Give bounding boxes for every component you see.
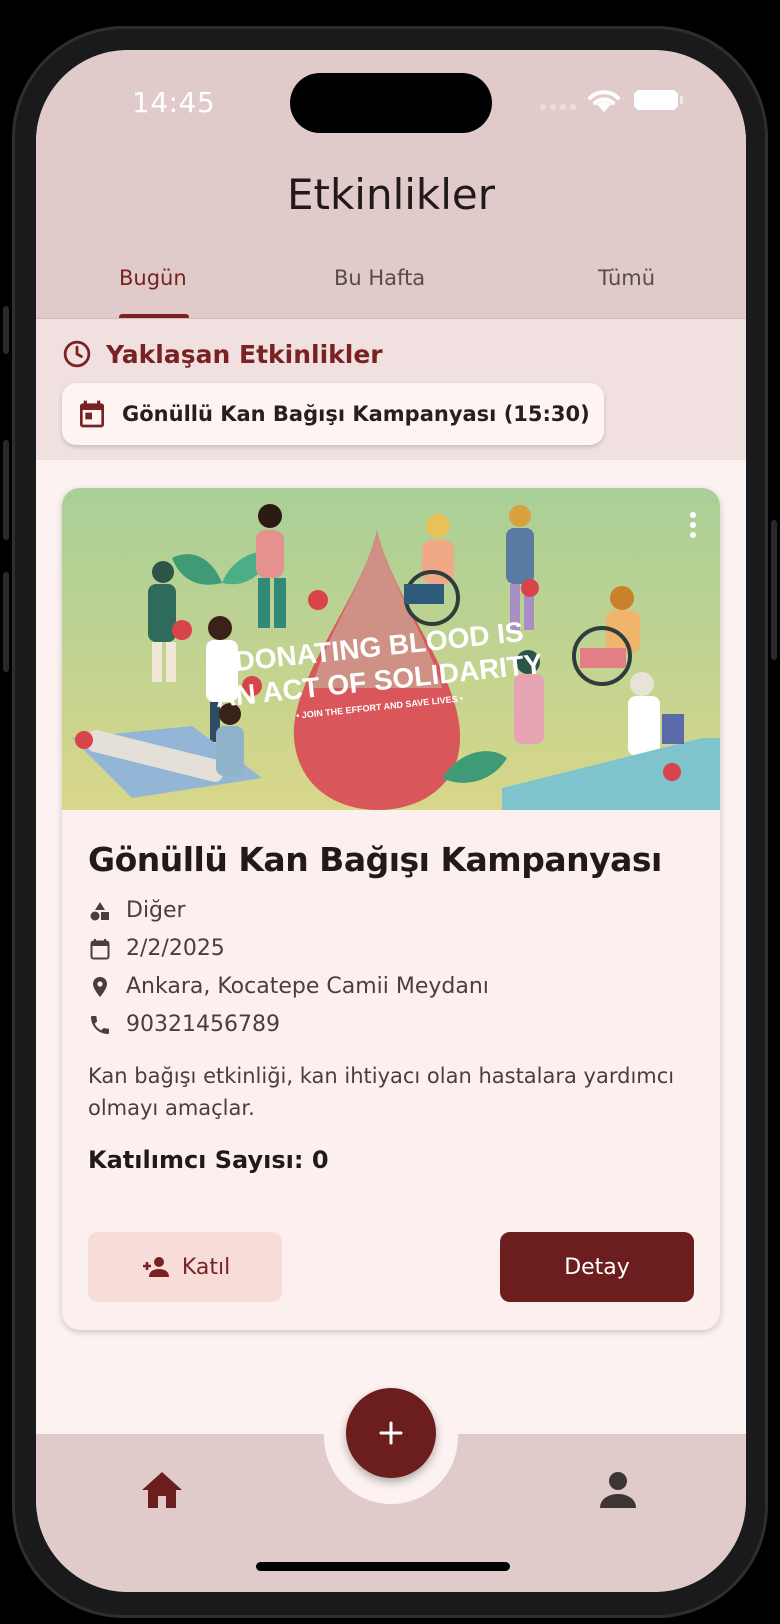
event-image: DONATING BLOOD IS AN ACT OF SOLIDARITY •… [62,488,720,810]
category-icon [90,901,109,920]
volume-up-button [3,440,9,540]
more-options-icon[interactable] [690,512,696,538]
event-category: Diğer [126,898,186,923]
upcoming-header: Yaklaşan Etkinlikler [62,339,383,369]
tab-all[interactable]: Tümü [598,266,655,290]
event-phone: 90321456789 [126,1012,280,1037]
page-title: Etkinlikler [286,170,496,219]
plus-icon [379,1421,403,1445]
tab-this-week[interactable]: Bu Hafta [334,266,425,290]
signal-icon [540,104,576,110]
upcoming-events-section: Yaklaşan Etkinlikler Gönüllü Kan Bağışı … [36,319,746,460]
location-pin-icon [93,976,107,997]
detail-button[interactable]: Detay [500,1232,694,1302]
home-indicator [256,1562,510,1571]
dynamic-island [290,73,492,133]
event-date: 2/2/2025 [126,936,225,961]
participant-count: Katılımcı Sayısı: 0 [88,1146,329,1174]
add-event-button[interactable] [346,1388,436,1478]
calendar-icon [90,938,110,959]
volume-down-button [3,572,9,672]
power-button [771,520,777,660]
app-screen: 14:45 Etkinlikler Bugün Bu Hafta Tümü Ya… [36,50,746,1592]
join-button-label: Katıl [181,1254,231,1280]
upcoming-event-chip[interactable]: Gönüllü Kan Bağışı Kampanyası (15:30) [62,383,604,445]
home-icon[interactable] [140,1470,184,1510]
event-description: Kan bağışı etkinliği, kan ihtiyacı olan … [88,1064,675,1120]
app-bar: 14:45 Etkinlikler Bugün Bu Hafta Tümü [36,50,746,319]
status-time: 14:45 [132,86,216,119]
detail-button-label: Detay [564,1254,630,1280]
tab-today[interactable]: Bugün [119,266,187,290]
upcoming-title: Yaklaşan Etkinlikler [106,339,383,369]
phone-icon [91,1015,109,1034]
event-category-row: Diğer [88,898,186,923]
clock-icon [63,340,91,368]
event-title: Gönüllü Kan Bağışı Kampanyası [88,840,662,879]
join-button[interactable]: Katıl [88,1232,282,1302]
action-button [3,306,9,354]
profile-icon[interactable] [598,1470,638,1510]
event-location: Ankara, Kocatepe Camii Meydanı [126,974,489,999]
event-card[interactable]: DONATING BLOOD IS AN ACT OF SOLIDARITY •… [62,488,720,1330]
battery-icon [634,90,683,110]
event-location-row: Ankara, Kocatepe Camii Meydanı [88,974,489,999]
upcoming-event-label: Gönüllü Kan Bağışı Kampanyası (15:30) [122,402,590,426]
calendar-icon [80,400,104,428]
add-person-icon [142,1257,169,1277]
wifi-icon [588,90,620,112]
event-date-row: 2/2/2025 [88,936,225,961]
event-phone-row: 90321456789 [88,1012,280,1037]
